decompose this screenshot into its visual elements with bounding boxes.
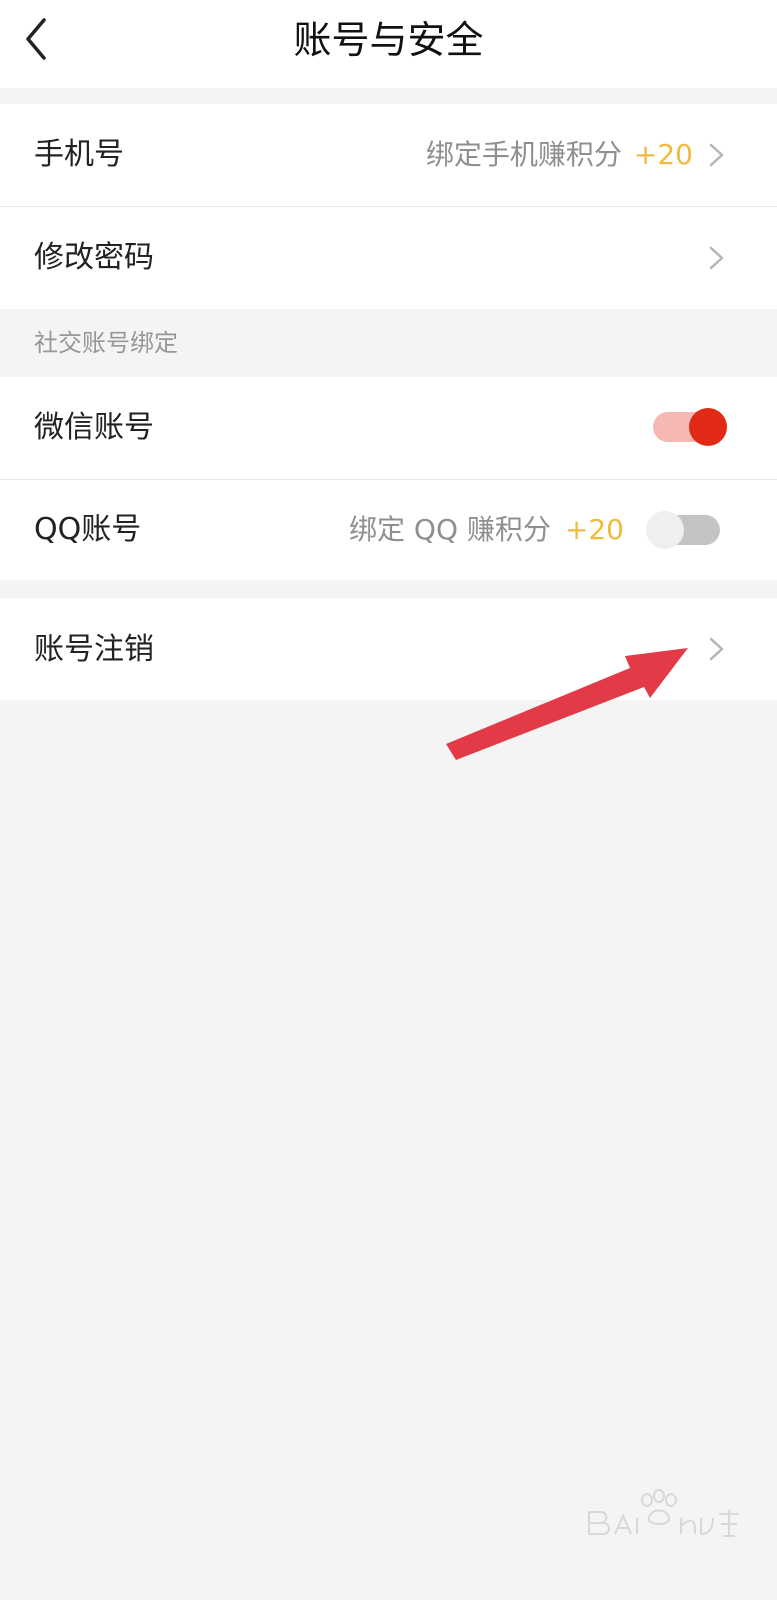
- toggle-knob: [646, 511, 684, 549]
- row-phone-label: 手机号: [34, 137, 124, 172]
- top-navigation-bar: 账号与安全: [0, 0, 777, 88]
- row-change-password[interactable]: 修改密码: [0, 207, 777, 309]
- row-wechat-account: 微信账号: [0, 377, 777, 479]
- row-qq-label: QQ账号: [34, 512, 142, 547]
- phone-bonus-points: +20: [633, 138, 693, 171]
- qq-bind-hint: 绑定 QQ 赚积分: [349, 513, 551, 546]
- qq-toggle-switch[interactable]: [646, 510, 722, 550]
- baidu-jingyan-watermark: [588, 1489, 739, 1537]
- row-qq-account: QQ账号 绑定 QQ 赚积分 +20: [0, 480, 777, 580]
- red-arrow-icon: [446, 648, 688, 760]
- page-title: 账号与安全: [293, 18, 484, 62]
- phone-bind-hint: 绑定手机赚积分: [425, 138, 622, 171]
- row-wechat-label: 微信账号: [34, 410, 154, 445]
- chevron-right-icon: [709, 143, 724, 167]
- row-change-password-label: 修改密码: [34, 240, 154, 275]
- chevron-right-icon: [709, 246, 724, 270]
- qq-bonus-points: +20: [564, 513, 624, 546]
- chevron-right-icon: [709, 637, 724, 661]
- toggle-knob: [689, 408, 727, 446]
- wechat-toggle-switch[interactable]: [651, 407, 727, 447]
- section-label-social-binding: 社交账号绑定: [34, 329, 178, 357]
- row-account-deactivation-label: 账号注销: [34, 632, 154, 667]
- row-phone[interactable]: 手机号 绑定手机赚积分 +20: [0, 104, 777, 206]
